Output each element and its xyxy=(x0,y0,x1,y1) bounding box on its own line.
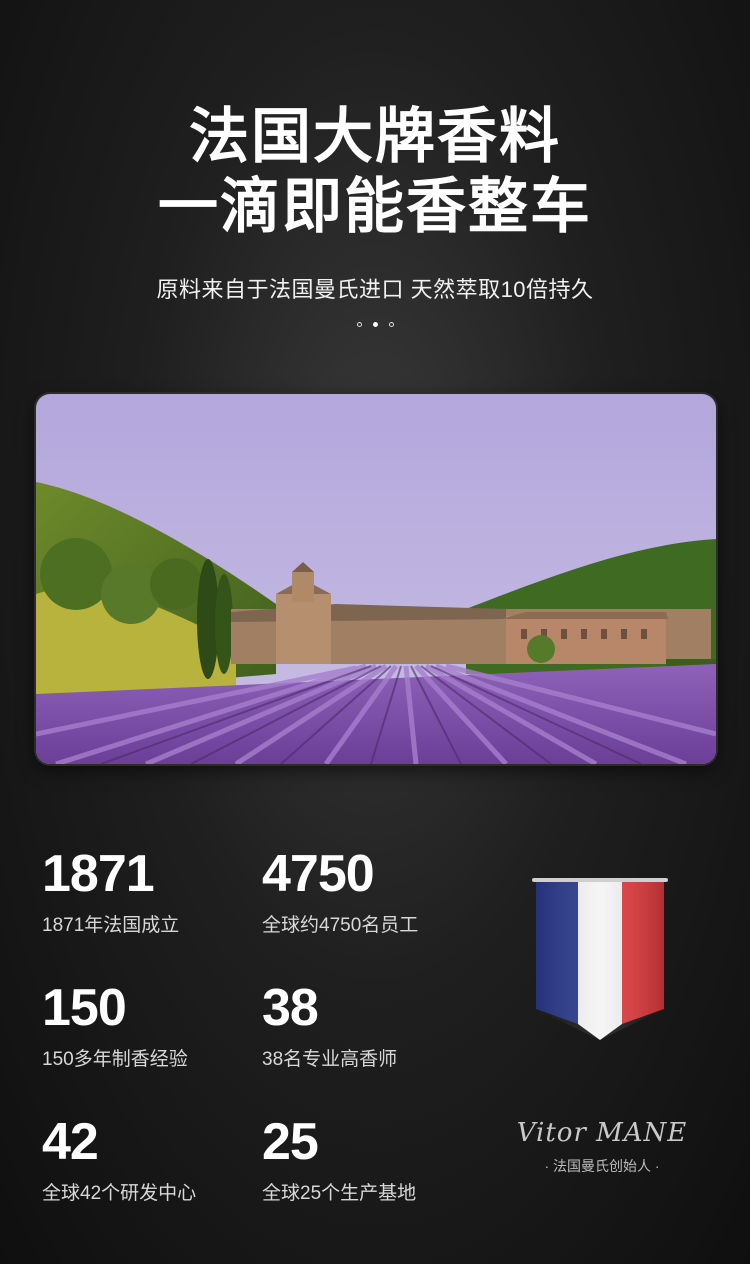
stat-number: 1871 xyxy=(42,845,155,903)
stat-number: 150 xyxy=(42,979,127,1037)
stat-label: 全球25个生产基地 xyxy=(262,1183,417,1204)
stat-number: 42 xyxy=(42,1113,99,1171)
stat-label: 全球42个研发中心 xyxy=(42,1183,197,1204)
stat-number: 25 xyxy=(262,1113,319,1171)
carousel-dot-active[interactable] xyxy=(372,322,378,327)
carousel-dots xyxy=(0,322,750,327)
stat-label: 1871年法国成立 xyxy=(42,915,180,936)
stat-perfumers: 38 38名专业高香师 xyxy=(262,980,397,1071)
stat-label: 38名专业高香师 xyxy=(262,1049,398,1070)
founder-caption: · 法国曼氏创始人 · xyxy=(544,1158,660,1174)
hero-title-line1: 法国大牌香料 xyxy=(189,103,561,170)
stat-number: 38 xyxy=(262,979,319,1037)
carousel-dot[interactable] xyxy=(356,322,362,327)
stat-experience: 150 150多年制香经验 xyxy=(42,980,188,1071)
stat-label: 150多年制香经验 xyxy=(42,1049,188,1070)
founder-signature: Vitor MANE xyxy=(516,1118,688,1148)
stat-founded: 1871 1871年法国成立 xyxy=(42,846,179,937)
stat-rd-centers: 42 全球42个研发中心 xyxy=(42,1114,196,1205)
stat-label: 全球约4750名员工 xyxy=(262,915,419,936)
stat-production-bases: 25 全球25个生产基地 xyxy=(262,1114,416,1205)
hero-title: 法国大牌香料 一滴即能香整车 xyxy=(0,102,750,242)
hero-title-line2: 一滴即能香整车 xyxy=(158,173,592,240)
hero-subtitle: 原料来自于法国曼氏进口 天然萃取10倍持久 xyxy=(156,277,594,302)
french-flag-pennant xyxy=(530,874,670,1049)
lavender-abbey-photo xyxy=(36,394,716,764)
stat-number: 4750 xyxy=(262,845,375,903)
stat-employees: 4750 全球约4750名员工 xyxy=(262,846,418,937)
carousel-dot[interactable] xyxy=(388,322,394,327)
